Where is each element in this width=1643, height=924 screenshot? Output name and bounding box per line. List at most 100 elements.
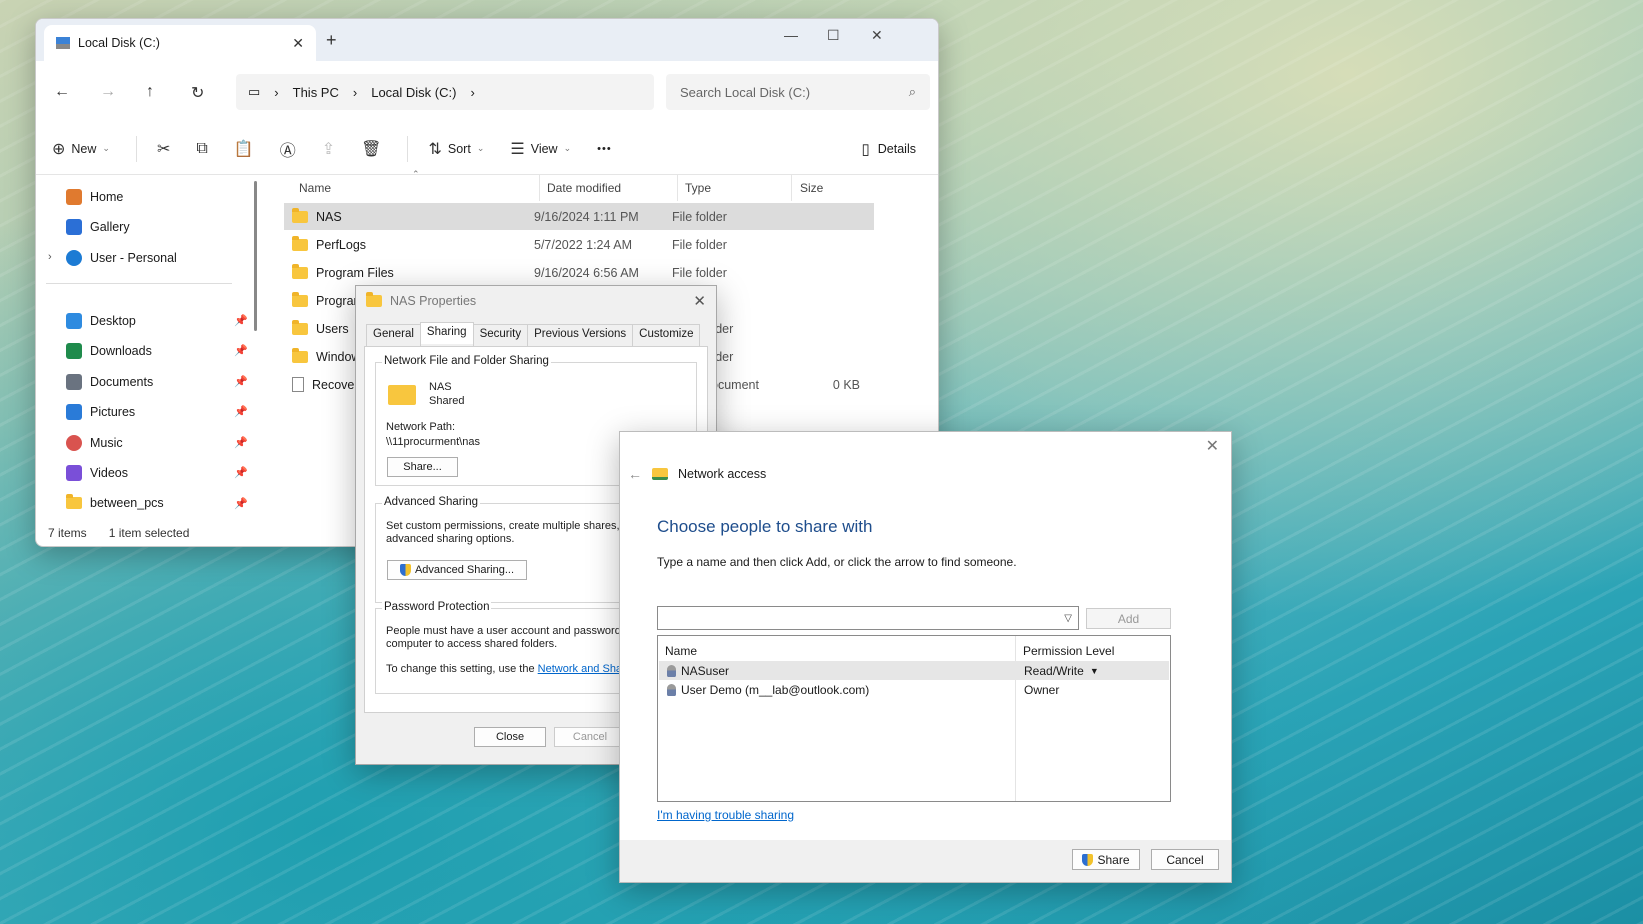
close-icon[interactable]: ✕ bbox=[693, 292, 706, 310]
minimize-icon[interactable]: — bbox=[784, 27, 798, 43]
chevron-down-icon[interactable]: ▽ bbox=[1064, 613, 1072, 624]
details-button[interactable]: ▯ Details bbox=[862, 140, 916, 158]
pin-icon: 📌 bbox=[234, 437, 248, 449]
column-header-type[interactable]: Type bbox=[685, 175, 711, 201]
network-path-label: Network Path: bbox=[386, 421, 456, 433]
breadcrumb-this-pc[interactable]: This PC bbox=[293, 85, 339, 100]
paste-button[interactable]: 📋 bbox=[234, 139, 254, 159]
breadcrumb[interactable]: ▭ › This PC › Local Disk (C:) › bbox=[236, 74, 654, 110]
table-row[interactable]: PerfLogs 5/7/2022 1:24 AM File folder bbox=[284, 231, 874, 258]
divider bbox=[539, 175, 540, 201]
forward-icon[interactable]: → bbox=[100, 83, 116, 101]
navigation-pane: › Home Gallery User - Personal Desktop D… bbox=[36, 175, 262, 519]
sidebar-item-between-pcs[interactable]: between_pcs bbox=[66, 494, 164, 510]
close-window-icon[interactable]: ✕ bbox=[871, 27, 883, 44]
tab-general[interactable]: General bbox=[366, 324, 421, 346]
network-path-value: \\11procurment\nas bbox=[386, 436, 480, 448]
table-row[interactable]: NAS 9/16/2024 1:11 PM File folder bbox=[284, 203, 874, 230]
sidebar-item-music[interactable]: Music bbox=[66, 435, 123, 451]
pin-icon: 📌 bbox=[234, 315, 248, 327]
search-input[interactable]: Search Local Disk (C:) ⌕ bbox=[666, 74, 930, 110]
rename-button[interactable]: Ⓐ bbox=[280, 137, 296, 161]
pictures-icon bbox=[66, 404, 82, 420]
share-button[interactable]: Share bbox=[1072, 849, 1140, 870]
share-button[interactable]: Share... bbox=[387, 457, 458, 477]
table-row[interactable]: NASuser Read/Write ▼ bbox=[659, 661, 1169, 680]
new-tab-icon[interactable]: + bbox=[326, 30, 337, 51]
document-icon bbox=[292, 377, 304, 392]
view-button[interactable]: ☰ View ⌄ bbox=[510, 139, 571, 159]
column-header-date[interactable]: Date modified bbox=[547, 175, 621, 201]
sidebar-item-videos[interactable]: Videos bbox=[66, 465, 128, 481]
copy-icon: ⧉ bbox=[196, 139, 208, 157]
file-type: File folder bbox=[672, 237, 727, 252]
sort-button[interactable]: ⇅ Sort ⌄ bbox=[428, 139, 484, 159]
chevron-down-icon: ⌄ bbox=[563, 143, 572, 153]
permission-dropdown[interactable]: Read/Write ▼ bbox=[1017, 664, 1099, 678]
file-name: Program Files bbox=[316, 265, 394, 280]
sidebar-item-label: between_pcs bbox=[90, 496, 164, 510]
close-icon[interactable]: ✕ bbox=[1206, 436, 1219, 456]
table-row[interactable]: Program Files 9/16/2024 6:56 AM File folde… bbox=[284, 259, 874, 286]
column-header-name[interactable]: Name bbox=[299, 175, 331, 201]
password-description: People must have a user account and pass… bbox=[386, 625, 627, 637]
up-icon[interactable]: ↑ bbox=[146, 83, 154, 101]
back-icon[interactable]: ← bbox=[54, 83, 70, 101]
user-name: NASuser bbox=[681, 663, 730, 678]
sidebar-item-desktop[interactable]: Desktop bbox=[66, 313, 136, 329]
sort-ascending-icon: ⌃ bbox=[412, 169, 420, 179]
rename-icon: Ⓐ bbox=[279, 142, 296, 160]
table-row[interactable]: User Demo (m__lab@outlook.com) Owner bbox=[659, 680, 1169, 699]
shield-icon bbox=[399, 564, 411, 576]
tab-previous-versions[interactable]: Previous Versions bbox=[527, 324, 634, 346]
file-date: 5/7/2022 1:24 AM bbox=[534, 237, 632, 252]
expand-chevron-icon[interactable]: › bbox=[48, 251, 52, 263]
column-header-size[interactable]: Size bbox=[800, 175, 823, 201]
name-combobox[interactable]: ▽ bbox=[657, 606, 1079, 630]
scissors-icon: ✂ bbox=[156, 140, 171, 158]
sidebar-item-gallery[interactable]: Gallery bbox=[66, 219, 130, 235]
close-button[interactable]: Close bbox=[474, 727, 546, 747]
folder-icon bbox=[292, 347, 308, 363]
explorer-tab[interactable]: Local Disk (C:) ✕ bbox=[44, 25, 316, 61]
more-options-button[interactable]: ••• bbox=[597, 143, 612, 155]
download-icon bbox=[66, 343, 82, 359]
dialog-footer: Share Cancel bbox=[620, 840, 1231, 882]
maximize-icon[interactable]: ☐ bbox=[827, 27, 840, 44]
advanced-description: Set custom permissions, create multiple … bbox=[386, 520, 633, 532]
delete-button[interactable]: 🗑 bbox=[361, 139, 381, 159]
refresh-icon[interactable]: ↻ bbox=[191, 83, 204, 103]
network-sharing-center-link[interactable]: Network and Sha bbox=[538, 663, 622, 675]
divider bbox=[791, 175, 792, 201]
address-bar-area: ← → ↑ ↻ ▭ › This PC › Local Disk (C:) › Sea… bbox=[36, 61, 938, 123]
sidebar-item-onedrive[interactable]: User - Personal bbox=[66, 250, 177, 266]
cut-button[interactable]: ✂ bbox=[157, 139, 170, 159]
new-button[interactable]: ⊕ New ⌄ bbox=[52, 139, 110, 159]
drive-icon bbox=[56, 37, 70, 49]
sidebar-item-downloads[interactable]: Downloads bbox=[66, 343, 152, 359]
trash-icon: 🗑 bbox=[361, 140, 382, 158]
breadcrumb-local-disk[interactable]: Local Disk (C:) bbox=[371, 85, 456, 100]
back-arrow-icon[interactable]: ← bbox=[628, 466, 642, 482]
sort-label: Sort bbox=[447, 141, 471, 156]
home-icon bbox=[66, 189, 82, 205]
tab-security[interactable]: Security bbox=[472, 324, 529, 346]
share-toolbar-button[interactable]: ⇪ bbox=[322, 139, 335, 159]
tab-customize[interactable]: Customize bbox=[632, 324, 701, 346]
nav-scrollbar[interactable] bbox=[254, 181, 257, 331]
trouble-sharing-link[interactable]: I'm having trouble sharing bbox=[657, 808, 794, 822]
tab-sharing[interactable]: Sharing bbox=[419, 322, 474, 344]
dropdown-arrow-icon: ▼ bbox=[1089, 665, 1099, 676]
sidebar-item-pictures[interactable]: Pictures bbox=[66, 404, 135, 420]
close-tab-icon[interactable]: ✕ bbox=[292, 35, 304, 52]
sidebar-item-documents[interactable]: Documents bbox=[66, 374, 153, 390]
advanced-sharing-button[interactable]: Advanced Sharing... bbox=[387, 560, 527, 580]
cancel-button[interactable]: Cancel bbox=[1151, 849, 1219, 870]
cancel-button[interactable]: Cancel bbox=[554, 727, 626, 747]
divider bbox=[135, 135, 137, 162]
sidebar-item-home[interactable]: Home bbox=[66, 189, 123, 205]
folder-icon bbox=[292, 291, 308, 307]
add-button[interactable]: Add bbox=[1086, 608, 1171, 629]
file-type: File folder bbox=[672, 265, 727, 280]
copy-button[interactable]: ⧉ bbox=[196, 140, 207, 158]
